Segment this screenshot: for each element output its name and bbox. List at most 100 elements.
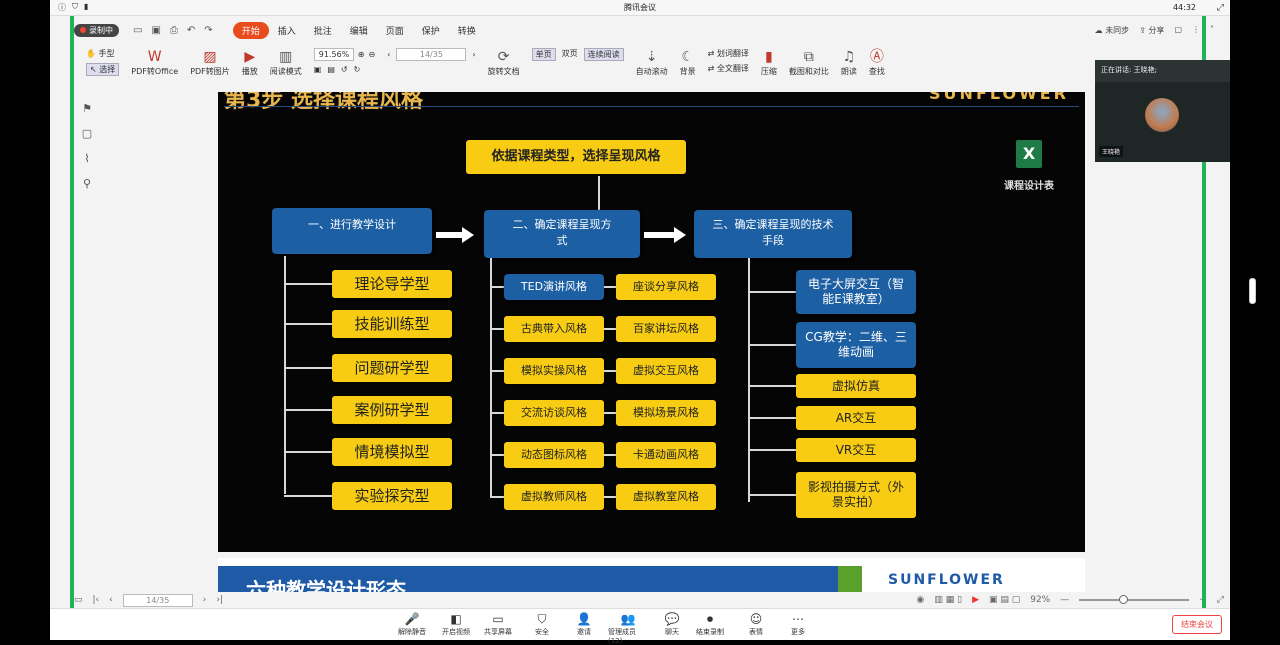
ribbon-right: ☁ 未同步 ⇪ 分享 ▢ ⋮ ˄	[1095, 25, 1214, 36]
excel-label: 课程设计表	[1004, 181, 1054, 192]
pdf-to-image-button[interactable]: ▨ PDF转图片	[184, 46, 236, 79]
fit-window-icon[interactable]: ⤢	[1217, 595, 1224, 605]
share-screen-icon: ▭	[492, 612, 504, 626]
autoscroll-button[interactable]: ⇣ 自动滚动	[630, 46, 674, 79]
excel-icon[interactable]: X	[1016, 140, 1042, 168]
end-meeting-button[interactable]: 结束会议	[1172, 615, 1222, 634]
tab-page[interactable]: 页面	[377, 22, 413, 39]
print-icon[interactable]: ⎙	[170, 25, 178, 36]
redo-icon[interactable]: ↷	[204, 25, 212, 36]
stop-record-button[interactable]: ⏺ 结束录制	[690, 611, 730, 637]
prev-page-icon[interactable]: ‹	[387, 50, 390, 59]
undo-icon[interactable]: ↶	[187, 25, 195, 36]
col2b-branch	[604, 412, 616, 414]
single-page-button[interactable]: 单页	[531, 48, 556, 61]
eye-icon[interactable]: ◉	[917, 595, 925, 605]
security-button[interactable]: ⛉ 安全	[522, 611, 562, 637]
zoom-slider[interactable]	[1079, 595, 1190, 604]
continuous-button[interactable]: 连续阅读	[583, 48, 624, 61]
share-screen-button[interactable]: ▭ 共享屏幕	[478, 611, 518, 637]
first-page-icon[interactable]: |‹	[93, 595, 100, 605]
more-button[interactable]: ⋯ 更多	[778, 611, 818, 637]
stamp-icon[interactable]: ⚲	[83, 177, 91, 190]
invite-button[interactable]: 👤 邀请	[564, 611, 604, 637]
hand-tool[interactable]: ✋ 手型	[86, 48, 119, 59]
pdf-to-office-button[interactable]: W PDF转Office	[125, 46, 184, 79]
tab-annotate[interactable]: 批注	[305, 22, 341, 39]
zoom-out-button[interactable]: —	[1060, 595, 1069, 605]
save-icon[interactable]: ▣	[151, 25, 160, 36]
unmute-button[interactable]: 🎤 解除静音	[392, 611, 432, 637]
play-button[interactable]: ▶ 播放	[236, 46, 264, 79]
double-page-button[interactable]: 双页	[562, 48, 578, 61]
rotate-right-icon[interactable]: ↻	[354, 65, 361, 74]
col2a-item: 虚拟教师风格	[504, 484, 604, 510]
zoom-out-icon[interactable]: ⊖	[368, 50, 375, 59]
full-translate-button[interactable]: ⇄ 全文翻译	[708, 63, 749, 74]
find-button[interactable]: Ⓐ 查找	[863, 46, 891, 79]
recording-badge[interactable]: 录制中	[74, 23, 119, 37]
layout-icons[interactable]: ▣ ▤ ▢	[989, 595, 1020, 605]
screenshot-button[interactable]: ⧉ 截图和对比	[783, 46, 835, 79]
fit-icon[interactable]: ▣	[314, 65, 322, 74]
zoom-slider-handle[interactable]	[1119, 595, 1129, 604]
status-page-input[interactable]: 14/35	[122, 593, 193, 607]
col1-trunk	[284, 256, 286, 494]
prev-icon[interactable]: ‹	[109, 595, 113, 605]
play-label: 播放	[241, 67, 258, 76]
attachment-icon[interactable]: ⌇	[84, 152, 89, 165]
rotate-doc-button[interactable]: ⟳ 旋转文档	[482, 46, 526, 79]
fullscreen-icon[interactable]: ⤢	[1217, 3, 1224, 13]
word-translate-button[interactable]: ⇄ 划词翻译	[708, 48, 749, 59]
select-tool[interactable]: ↖ 选择	[86, 63, 120, 76]
col3-item: 影视拍摄方式（外景实拍）	[796, 472, 916, 518]
play-red-icon[interactable]: ▶	[972, 595, 979, 605]
comment-icon[interactable]: ▢	[1174, 25, 1182, 36]
sync-button[interactable]: ☁ 未同步	[1095, 25, 1130, 36]
folder-icon[interactable]: ▭	[133, 25, 142, 36]
collapse-icon[interactable]: ˄	[1210, 25, 1214, 36]
read-mode-button[interactable]: ▥ 阅读模式	[264, 46, 308, 79]
security-icon: ⛉	[537, 612, 547, 626]
thumbnail-icon[interactable]: ▢	[82, 127, 92, 140]
book-icon: ▥	[279, 49, 293, 65]
view-mode-icons[interactable]: ▥ ▦ ▯	[934, 595, 962, 605]
video-button[interactable]: ◧ 开启视频	[436, 611, 476, 637]
share-button[interactable]: ⇪ 分享	[1139, 25, 1164, 36]
bookmark-icon[interactable]: ⚑	[82, 102, 92, 115]
emoji-button[interactable]: ☺ 表情	[736, 611, 776, 637]
invite-label: 邀请	[577, 628, 591, 636]
col1-head: 一、进行教学设计	[272, 208, 432, 254]
compress-button[interactable]: ▮ 压缩	[755, 46, 783, 79]
zoom-in-icon[interactable]: ⊕	[358, 50, 365, 59]
page-fit-icon[interactable]: ▤	[327, 65, 335, 74]
sidebar-toggle-icon[interactable]: ▭	[74, 595, 83, 605]
rotate-left-icon[interactable]: ↺	[341, 65, 348, 74]
more-icon[interactable]: ⋮	[1192, 25, 1200, 36]
last-page-icon[interactable]: ›|	[216, 595, 223, 605]
col2a-item: TED演讲风格	[504, 274, 604, 300]
tab-edit[interactable]: 编辑	[341, 22, 377, 39]
members-icon: 👥	[620, 612, 636, 626]
col3-item: AR交互	[796, 406, 916, 430]
col1-item: 技能训练型	[332, 310, 452, 338]
next-icon[interactable]: ›	[203, 595, 207, 605]
next-page-icon[interactable]: ›	[472, 50, 475, 59]
col2b-item: 座谈分享风格	[616, 274, 716, 300]
scrollbar-thumb[interactable]	[1249, 278, 1256, 304]
page-input[interactable]: 14/35	[396, 48, 467, 61]
video-tile[interactable]: 正在讲话: 王晓艳; 王晓艳	[1095, 60, 1230, 162]
tab-protect[interactable]: 保护	[413, 22, 449, 39]
col2a-item: 模拟实操风格	[504, 358, 604, 384]
page-nav-group: ‹ 14/35 ›	[381, 46, 481, 63]
share-border-left	[70, 16, 74, 608]
zoom-input[interactable]: 91.56%	[313, 48, 354, 61]
chat-button[interactable]: 💬 聊天	[652, 611, 692, 637]
tab-start[interactable]: 开始	[232, 21, 269, 39]
tab-insert[interactable]: 插入	[269, 22, 305, 39]
read-aloud-button[interactable]: ♫ 朗读	[835, 46, 863, 79]
stop-record-label: 结束录制	[696, 628, 724, 636]
tab-convert[interactable]: 转换	[449, 22, 485, 39]
background-button[interactable]: ☾ 背景	[674, 46, 702, 79]
rotate-doc-icon: ⟳	[497, 49, 510, 65]
